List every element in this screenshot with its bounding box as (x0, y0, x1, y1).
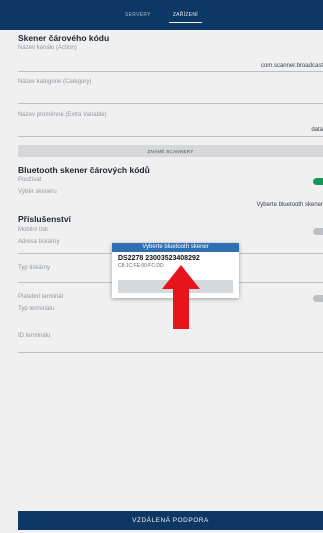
extra-variable-field-underline (18, 136, 323, 137)
action-label: Název kanálu (Action) (18, 45, 77, 51)
payment-terminal-toggle[interactable] (313, 295, 323, 302)
action-field-underline (18, 71, 323, 72)
scanner-select[interactable]: Vyberte bluetooth skener (257, 202, 323, 208)
remote-support-button[interactable]: VZDÁLENÁ PODPORA (18, 511, 323, 530)
printer-type-label: Typ tiskárny (18, 265, 51, 271)
category-label: Název kategorie (Category) (18, 79, 92, 85)
accessories-section-title: Příslušenství (18, 214, 71, 224)
dialog-title: Vyberte bluetooth skener (112, 243, 239, 252)
mobile-print-label: Mobilní tisk (18, 227, 49, 233)
payment-terminal-label: Platební terminál (18, 294, 64, 300)
known-scanners-button[interactable]: ZNÁMÉ SCANNERY (18, 145, 323, 157)
device-name: DS2278 23003523408292 (118, 255, 200, 262)
extra-variable-label: Název proměnné (Extra Variable) (18, 112, 107, 118)
tab-servers[interactable]: SERVERY (121, 4, 155, 26)
barcode-section-title: Skener čárového kódu (18, 33, 110, 43)
extra-variable-field[interactable]: data (311, 127, 323, 133)
terminal-type-label: Typ terminálu (18, 306, 55, 312)
scanner-select-label: Výběr skeneru (18, 189, 57, 195)
category-field-underline (18, 103, 323, 104)
tab-devices[interactable]: ZAŘÍZENÍ (168, 4, 203, 26)
terminal-id-underline (18, 352, 323, 353)
action-field[interactable]: com.scanner.broadcast (261, 63, 323, 69)
tab-bar: SERVERY ZAŘÍZENÍ (0, 0, 323, 30)
mobile-print-toggle[interactable] (313, 228, 323, 235)
printer-address-label: Adresa tiskárny (18, 239, 60, 245)
use-toggle[interactable] (313, 178, 323, 185)
terminal-id-label: ID terminálu (18, 333, 51, 339)
remote-support-label: VZDÁLENÁ PODPORA (132, 517, 209, 524)
use-label: Používat (18, 177, 42, 183)
known-scanners-label: ZNÁMÉ SCANNERY (147, 148, 194, 154)
arrow-up-icon (162, 265, 200, 329)
bluetooth-section-title: Bluetooth skener čárových kódů (18, 165, 150, 175)
